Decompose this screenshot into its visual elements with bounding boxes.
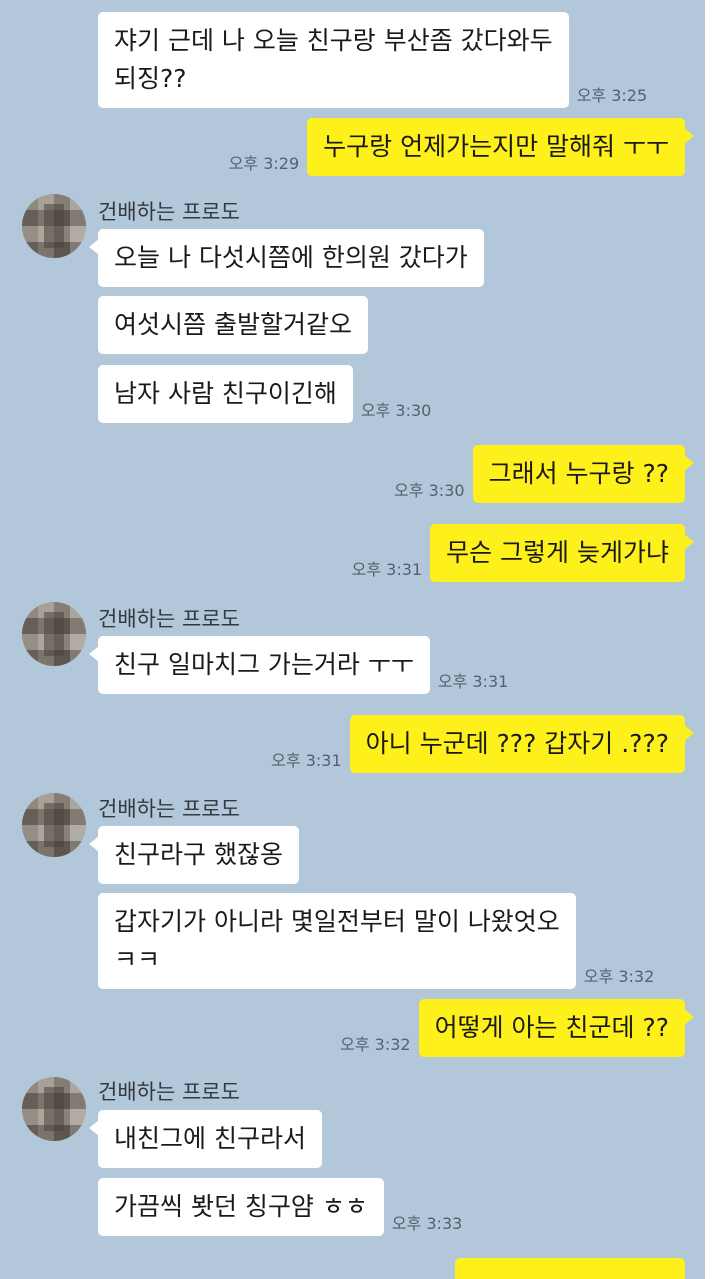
message-time: 오후 3:31 — [351, 560, 423, 579]
sender-name: 건배하는 프로도 — [98, 797, 240, 821]
message-bubble[interactable]: 쟈기 근데 나 오늘 친구랑 부산좀 갔다와두 되징?? — [98, 12, 569, 108]
message-row: 오후 3:31 무슨 그렇게 늦게가냐 — [351, 524, 694, 582]
sender-name: 건배하는 프로도 — [98, 200, 240, 224]
message-time: 오후 3:32 — [340, 1035, 411, 1054]
message-row: 남자 사람 친구이긴해 오후 3:30 — [98, 365, 431, 423]
message-bubble[interactable]: 어떻게 아는 친군데 ?? — [418, 999, 695, 1057]
message-time: 오후 3:30 — [360, 401, 432, 420]
message-row: 내친그에 친구라서 — [89, 1110, 322, 1168]
message-bubble[interactable]: 아니 누군데 ??? 갑자기 .??? — [349, 715, 695, 773]
avatar[interactable] — [22, 1077, 86, 1141]
avatar[interactable] — [22, 602, 86, 666]
message-row: 쟈기 근데 나 오늘 친구랑 부산좀 갔다와두 되징?? 오후 3:25 — [98, 12, 647, 108]
message-bubble[interactable]: 친구 일마치그 가는거라 ㅜㅜ — [89, 636, 430, 694]
message-row: 친구 일마치그 가는거라 ㅜㅜ 오후 3:31 — [89, 636, 509, 694]
message-time: 오후 3:29 — [228, 154, 300, 173]
message-bubble-partial[interactable] — [455, 1258, 685, 1279]
message-time: 오후 3:32 — [583, 967, 655, 986]
message-bubble[interactable]: 내친그에 친구라서 — [89, 1110, 322, 1168]
message-bubble[interactable]: 가끔씩 봣던 칭구얌 ㅎㅎ — [98, 1178, 384, 1236]
sender-name: 건배하는 프로도 — [98, 607, 240, 631]
chat-area[interactable]: 쟈기 근데 나 오늘 친구랑 부산좀 갔다와두 되징?? 오후 3:25 오후 … — [0, 0, 705, 1279]
message-bubble[interactable]: 누구랑 언제가는지만 말해줘 ㅜㅜ — [307, 118, 694, 176]
message-row: 오후 3:30 그래서 누구랑 ?? — [394, 445, 695, 503]
message-row: 오후 3:29 누구랑 언제가는지만 말해줘 ㅜㅜ — [228, 118, 694, 176]
message-time: 오후 3:33 — [391, 1214, 463, 1233]
message-bubble[interactable]: 그래서 누구랑 ?? — [472, 445, 695, 503]
message-row: 갑자기가 아니라 몇일전부터 말이 나왔엇오 ㅋㅋ 오후 3:32 — [98, 893, 654, 989]
message-bubble[interactable]: 남자 사람 친구이긴해 — [98, 365, 353, 423]
message-row: 여섯시쯤 출발할거같오 — [98, 296, 368, 354]
message-time: 오후 3:31 — [437, 672, 509, 691]
message-bubble[interactable]: 친구라구 했잖옹 — [89, 826, 299, 884]
message-bubble[interactable]: 무슨 그렇게 늦게가냐 — [430, 524, 694, 582]
message-bubble[interactable]: 오늘 나 다섯시쯤에 한의원 갔다가 — [89, 229, 484, 287]
sender-name: 건배하는 프로도 — [98, 1080, 240, 1104]
avatar[interactable] — [22, 194, 86, 258]
message-time: 오후 3:25 — [576, 86, 648, 105]
message-bubble[interactable]: 여섯시쯤 출발할거같오 — [98, 296, 368, 354]
message-time: 오후 3:31 — [271, 751, 342, 770]
avatar[interactable] — [22, 793, 86, 857]
message-row: 친구라구 했잖옹 — [89, 826, 299, 884]
message-bubble[interactable]: 갑자기가 아니라 몇일전부터 말이 나왔엇오 ㅋㅋ — [98, 893, 576, 989]
message-row: 오후 3:32 어떻게 아는 친군데 ?? — [340, 999, 695, 1057]
message-row: 오늘 나 다섯시쯤에 한의원 갔다가 — [89, 229, 484, 287]
message-time: 오후 3:30 — [394, 481, 465, 500]
message-row: 오후 3:31 아니 누군데 ??? 갑자기 .??? — [271, 715, 695, 773]
message-row: 가끔씩 봣던 칭구얌 ㅎㅎ 오후 3:33 — [98, 1178, 462, 1236]
